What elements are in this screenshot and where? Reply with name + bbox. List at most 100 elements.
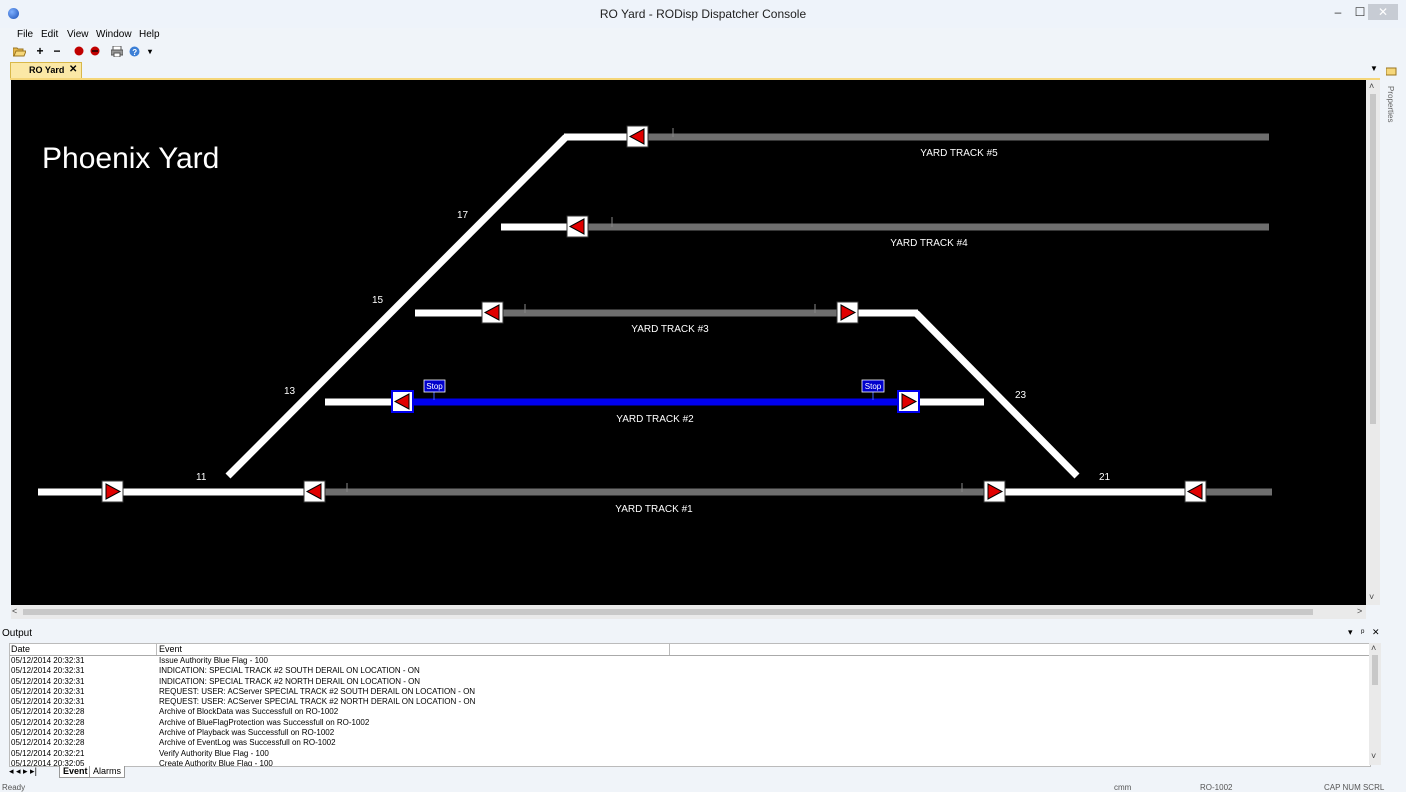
switch-label-13: 13 — [284, 386, 296, 397]
event-grid[interactable]: Date Event 05/12/2014 20:32:31 Issue Auth… — [9, 643, 1371, 767]
grid-vertical-scrollbar[interactable]: ˄ ˅ — [1369, 643, 1381, 765]
title-bar: RO Yard - RODisp Dispatcher Console – ☐ … — [0, 0, 1406, 28]
window-title: RO Yard - RODisp Dispatcher Console — [599, 7, 807, 21]
help-icon[interactable]: ? — [127, 44, 141, 58]
output-dropdown-icon[interactable]: ▾ — [1348, 627, 1353, 638]
cell-event: Archive of EventLog was Successfull on R… — [159, 738, 336, 748]
svg-text:?: ? — [132, 48, 137, 57]
stop-flag-east: Stop — [865, 382, 882, 391]
print-icon[interactable] — [110, 44, 124, 58]
column-event[interactable]: Event — [159, 644, 670, 655]
vertical-scroll-thumb[interactable] — [1370, 94, 1376, 424]
tab-close-icon[interactable]: ✕ — [69, 64, 77, 75]
table-row[interactable]: 05/12/2014 20:32:31 INDICATION: SPECIAL T… — [10, 677, 1370, 687]
minimize-button[interactable]: – — [1330, 4, 1346, 20]
diagram-vertical-scrollbar[interactable]: ˄ ˅ — [1366, 80, 1380, 605]
open-folder-icon[interactable] — [12, 44, 26, 58]
properties-label: Properties — [1386, 86, 1395, 123]
status-bar: Ready cmm RO-1002 CAP NUM SCRL — [0, 781, 1406, 792]
table-row[interactable]: 05/12/2014 20:32:31 REQUEST: USER: ACServ… — [10, 687, 1370, 697]
table-row[interactable]: 05/12/2014 20:32:28 Archive of EventLog w… — [10, 738, 1370, 748]
menu-view[interactable]: View — [67, 29, 89, 40]
table-row[interactable]: 05/12/2014 20:32:28 Archive of BlueFlagPr… — [10, 718, 1370, 728]
grid-scroll-thumb[interactable] — [1372, 655, 1378, 685]
stop-icon[interactable] — [88, 44, 102, 58]
switch-label-11: 11 — [196, 472, 207, 483]
tab-alarms[interactable]: Alarms — [89, 766, 126, 778]
signal-main-east[interactable] — [1184, 480, 1207, 503]
table-row[interactable]: 05/12/2014 20:32:28 Archive of BlockData … — [10, 707, 1370, 717]
cell-event: INDICATION: SPECIAL TRACK #2 SOUTH DERAI… — [159, 666, 420, 676]
signal-track-3-east[interactable] — [836, 301, 859, 324]
maximize-button[interactable]: ☐ — [1352, 4, 1368, 20]
tab-nav-arrows[interactable]: ◂ ◂ ▸ ▸| — [9, 766, 37, 777]
tab-dropdown-icon[interactable]: ▼ — [1370, 64, 1378, 73]
table-row[interactable]: 05/12/2014 20:32:31 INDICATION: SPECIAL T… — [10, 666, 1370, 676]
table-row[interactable]: 05/12/2014 20:32:31 REQUEST: USER: ACServ… — [10, 697, 1370, 707]
menu-edit[interactable]: Edit — [41, 29, 58, 40]
track-label-5: YARD TRACK #5 — [920, 148, 998, 159]
switch-label-21: 21 — [1099, 472, 1111, 483]
cell-event: Archive of Playback was Successfull on R… — [159, 728, 335, 738]
menu-window[interactable]: Window — [96, 29, 132, 40]
table-row[interactable]: 05/12/2014 20:32:21 Verify Authority Blue… — [10, 749, 1370, 759]
cell-date: 05/12/2014 20:32:31 — [11, 666, 85, 676]
properties-panel[interactable]: Properties — [1384, 64, 1400, 144]
tab-event[interactable]: Event — [59, 766, 92, 778]
scroll-down-icon[interactable]: ˅ — [1369, 592, 1374, 602]
cell-event: Archive of BlueFlagProtection was Succes… — [159, 717, 370, 727]
signal-track-1-west[interactable] — [303, 480, 326, 503]
scroll-right-icon[interactable]: > — [1357, 606, 1362, 616]
output-tabs: ◂ ◂ ▸ ▸| Event Alarms — [9, 766, 309, 778]
column-date[interactable]: Date — [11, 644, 157, 655]
menu-file[interactable]: File — [17, 29, 33, 40]
record-icon[interactable] — [72, 44, 86, 58]
switch-label-15: 15 — [372, 295, 384, 306]
zoom-in-icon[interactable]: + — [33, 44, 47, 58]
signal-track-2-west[interactable] — [391, 390, 414, 413]
scroll-left-icon[interactable]: < — [12, 606, 17, 616]
track-diagram-svg: Phoenix Yard YARD TRACK #5 YARD TRACK #4… — [38, 125, 1272, 515]
ladder-track-west[interactable] — [225, 134, 569, 479]
ladder-track-east[interactable] — [913, 310, 1080, 479]
signal-main-west[interactable] — [101, 480, 124, 503]
cell-date: 05/12/2014 20:32:31 — [11, 686, 85, 696]
cell-event: INDICATION: SPECIAL TRACK #2 NORTH DERAI… — [159, 676, 421, 686]
output-pin-icon[interactable]: ᵖ — [1361, 627, 1364, 637]
scroll-up-icon[interactable]: ˄ — [1369, 81, 1374, 91]
horizontal-scroll-thumb[interactable] — [23, 609, 1313, 615]
cell-event: Issue Authority Blue Flag - 100 — [159, 656, 268, 665]
diagram-horizontal-scrollbar[interactable]: < > — [11, 605, 1366, 619]
table-row[interactable]: 05/12/2014 20:32:28 Archive of Playback w… — [10, 728, 1370, 738]
signal-track-4[interactable] — [566, 215, 589, 238]
track-label-2: YARD TRACK #2 — [616, 414, 694, 425]
tab-label: RO Yard — [29, 65, 65, 75]
switch-label-17: 17 — [457, 210, 469, 221]
cell-date: 05/12/2014 20:32:31 — [11, 697, 85, 707]
toolbar-overflow-icon[interactable]: ▾ — [143, 44, 157, 58]
track-diagram[interactable]: Phoenix Yard YARD TRACK #5 YARD TRACK #4… — [11, 80, 1366, 605]
close-button[interactable]: ✕ — [1368, 4, 1398, 20]
output-close-icon[interactable]: ✕ — [1372, 627, 1380, 638]
menu-help[interactable]: Help — [139, 29, 160, 40]
track-label-3: YARD TRACK #3 — [631, 324, 709, 335]
grid-scroll-up-icon[interactable]: ˄ — [1371, 643, 1376, 653]
toolbar: + − ? ▾ — [10, 43, 170, 61]
menu-bar: File Edit View Window Help — [0, 28, 1406, 42]
zoom-out-icon[interactable]: − — [50, 44, 64, 58]
stop-flag-west: Stop — [426, 382, 443, 391]
properties-pin-icon[interactable] — [1386, 66, 1398, 76]
signal-track-5[interactable] — [626, 125, 649, 148]
table-row[interactable]: 05/12/2014 20:32:31 Issue Authority Blue … — [10, 656, 1370, 666]
grid-scroll-down-icon[interactable]: ˅ — [1371, 751, 1376, 761]
track-label-1: YARD TRACK #1 — [615, 504, 693, 515]
grid-rows: 05/12/2014 20:32:31 Issue Authority Blue … — [10, 656, 1370, 766]
signal-track-3-west[interactable] — [481, 301, 504, 324]
tab-ro-yard[interactable]: RO Yard ✕ — [10, 62, 82, 78]
document-tab-strip: RO Yard ✕ — [10, 62, 1380, 80]
cell-event: Archive of BlockData was Successfull on … — [159, 707, 339, 717]
signal-track-2-east[interactable] — [897, 390, 920, 413]
signal-track-1-east[interactable] — [983, 480, 1006, 503]
cell-event: REQUEST: USER: ACServer SPECIAL TRACK #2… — [159, 686, 476, 696]
cell-event: Verify Authority Blue Flag - 100 — [159, 748, 269, 758]
